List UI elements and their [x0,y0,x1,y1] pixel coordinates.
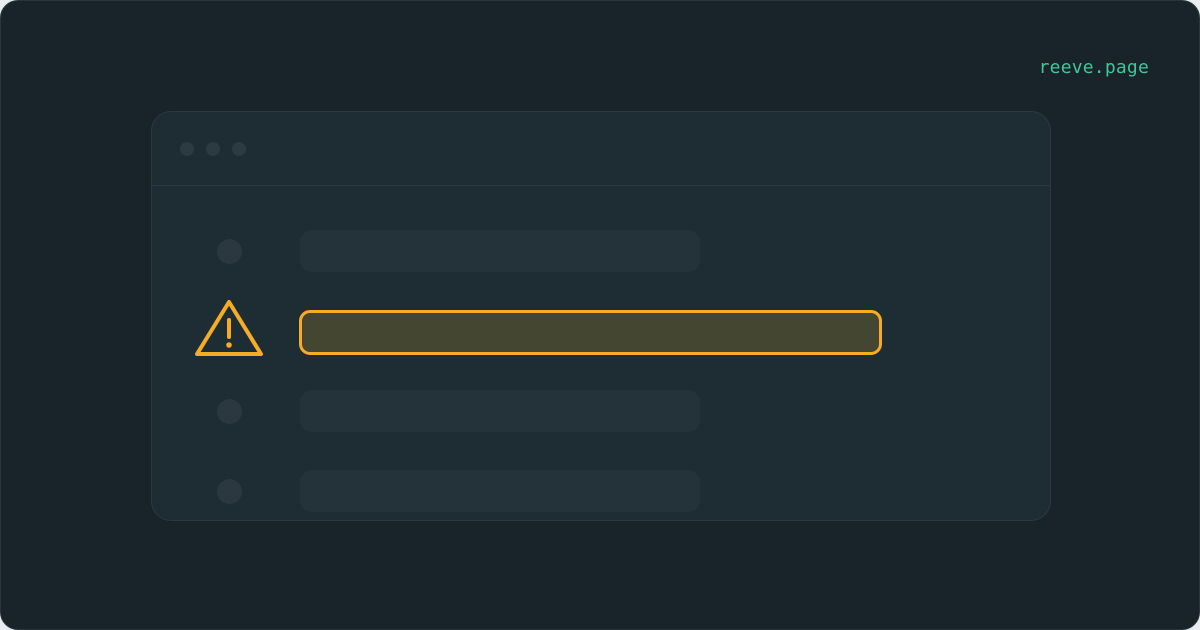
window-control-dot[interactable] [232,142,246,156]
row-marker [217,239,242,264]
placeholder-row[interactable] [300,470,700,512]
placeholder-row[interactable] [300,230,700,272]
canvas: reeve.page [0,0,1200,630]
window-control-dot[interactable] [206,142,220,156]
flagged-row[interactable] [299,310,882,355]
placeholder-row[interactable] [300,390,700,432]
brand-label[interactable]: reeve.page [1039,57,1149,78]
row-marker [217,479,242,504]
warning-triangle-icon [195,300,263,356]
browser-window [151,111,1051,521]
window-titlebar [152,112,1050,186]
row-marker [217,399,242,424]
window-control-dot[interactable] [180,142,194,156]
